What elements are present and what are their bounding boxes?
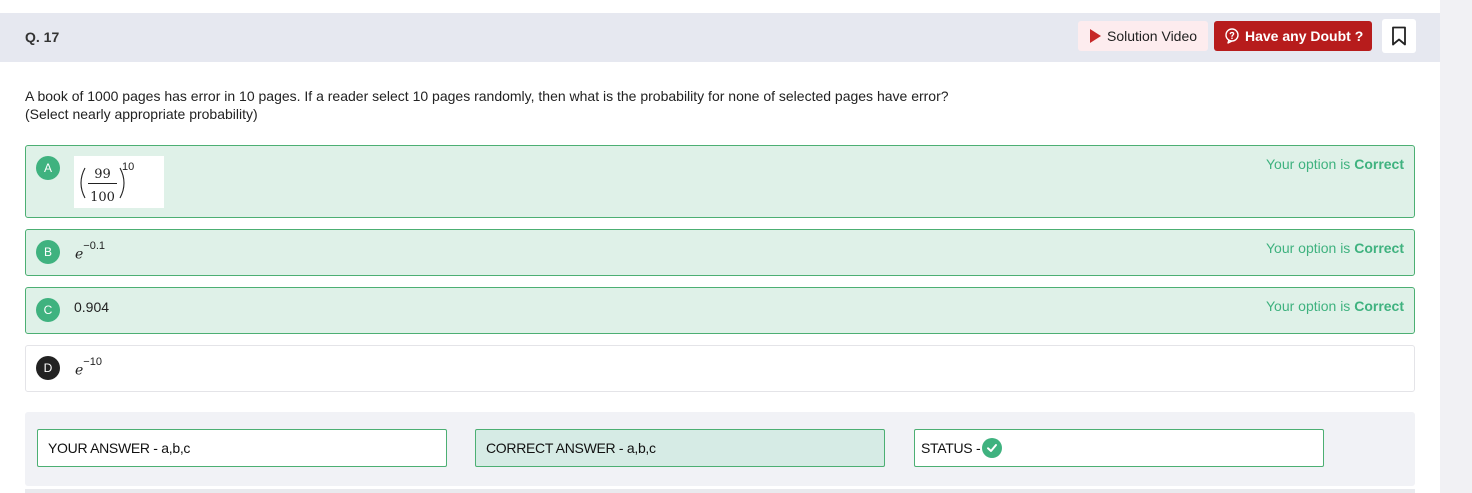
bookmark-icon [1392,26,1406,46]
option-b-status: Your option is Correct [1265,240,1404,256]
option-c-value: 0.904 [74,299,110,315]
fraction-formula: 99 100 10 [80,161,134,205]
option-d-formula: e−10 [75,356,102,379]
option-b[interactable]: B e−0.1 Your option is Correct [25,229,1415,276]
option-badge-b: B [36,240,60,264]
option-d[interactable]: D e−10 [25,345,1415,392]
option-a[interactable]: A 99 100 10 Your option is Correct [25,145,1415,218]
correct-answer-box: CORRECT ANSWER - a,b,c [475,429,885,467]
option-badge-c: C [36,298,60,322]
have-doubt-label: Have any Doubt ? [1245,28,1364,44]
bookmark-button[interactable] [1382,19,1416,53]
scrollbar-track[interactable] [1440,0,1472,493]
question-panel: Q. 17 Solution Video Have any Doubt ? A … [0,0,1440,493]
fraction-denominator: 100 [90,190,115,205]
question-header: Q. 17 Solution Video Have any Doubt ? [0,13,1440,62]
option-badge-a: A [36,156,60,180]
check-circle-icon [982,438,1003,458]
question-number: Q. 17 [25,29,60,45]
question-text-line-2: (Select nearly appropriate probability) [25,106,258,122]
have-doubt-button[interactable]: Have any Doubt ? [1214,21,1372,51]
fraction-exponent: 10 [122,161,134,173]
option-c[interactable]: C 0.904 Your option is Correct [25,287,1415,334]
summary-divider [25,489,1415,493]
question-text: A book of 1000 pages has error in 10 pag… [25,87,949,123]
option-b-formula: e−0.1 [75,240,106,263]
question-bubble-icon [1225,28,1239,44]
your-answer-box: YOUR ANSWER - a,b,c [37,429,447,467]
solution-video-label: Solution Video [1107,28,1198,44]
play-icon [1090,29,1101,43]
solution-video-button[interactable]: Solution Video [1078,21,1208,51]
option-c-status: Your option is Correct [1265,298,1404,314]
fraction-numerator: 99 [94,167,111,182]
status-label: STATUS - [921,440,981,456]
question-text-line-1: A book of 1000 pages has error in 10 pag… [25,88,949,104]
option-a-status: Your option is Correct [1265,156,1404,172]
status-box: STATUS - [914,429,1324,467]
option-badge-d: D [36,356,60,380]
answer-summary: YOUR ANSWER - a,b,c CORRECT ANSWER - a,b… [25,412,1415,486]
option-a-formula: 99 100 10 [74,156,164,208]
